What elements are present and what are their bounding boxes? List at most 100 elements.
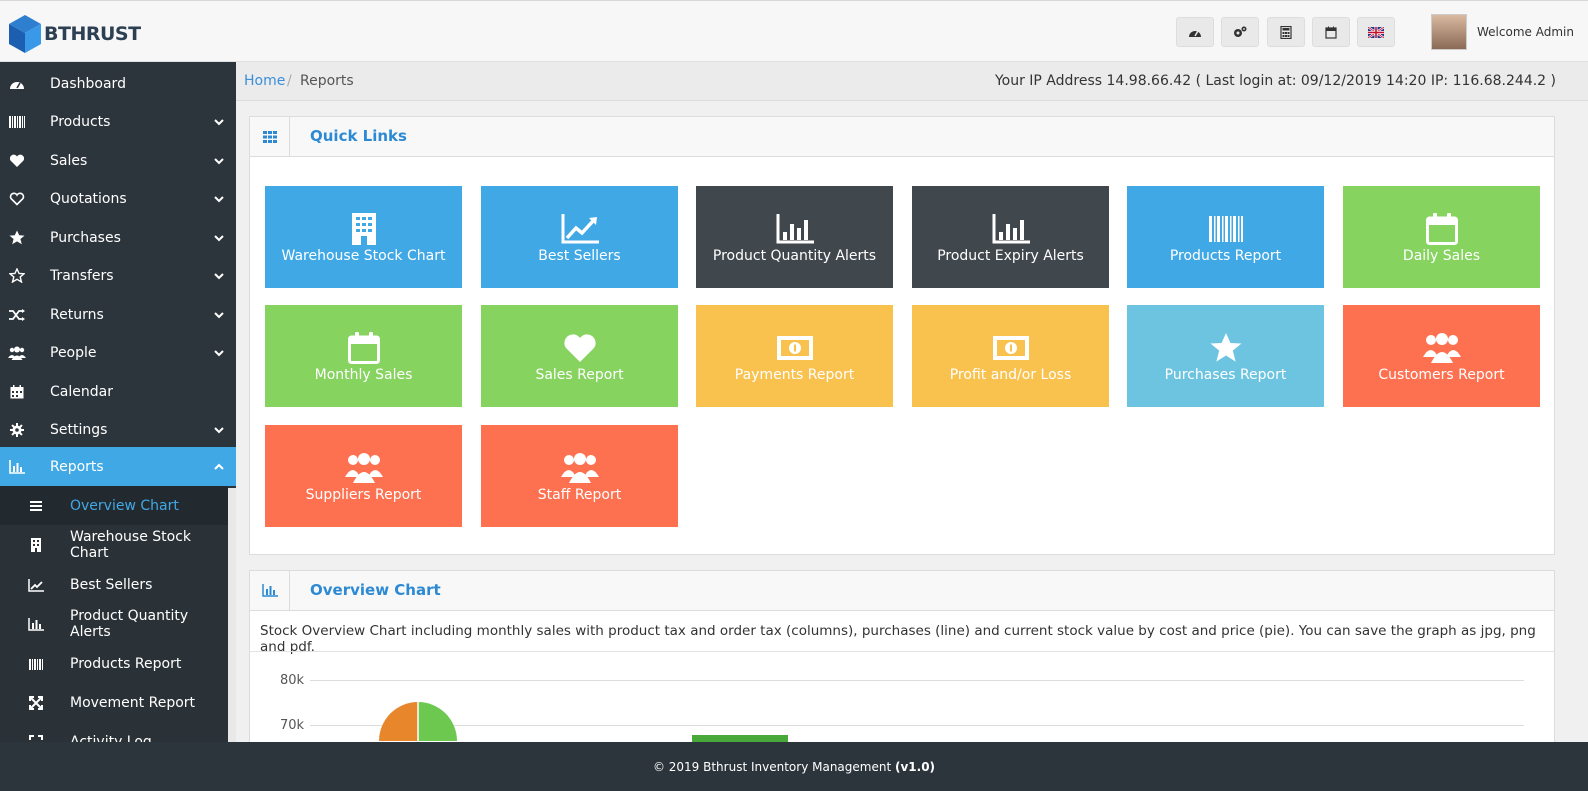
calculator-icon	[1280, 25, 1292, 39]
tile-warehouse-stock-chart[interactable]: Warehouse Stock Chart	[265, 186, 462, 288]
tile-product-quantity-alerts[interactable]: Product Quantity Alerts	[696, 186, 893, 288]
sidebar-item-products[interactable]: Products	[0, 102, 236, 141]
calendar-icon	[8, 383, 26, 401]
language-button[interactable]	[1357, 17, 1395, 47]
line-chart-icon	[481, 212, 678, 246]
cog-icon	[8, 421, 26, 439]
sidebar-item-quotations[interactable]: Quotations	[0, 179, 236, 218]
uk-flag-icon	[1368, 26, 1384, 38]
cube-logo-icon	[9, 15, 41, 53]
tile-customers-report[interactable]: Customers Report	[1343, 305, 1540, 407]
calculator-button[interactable]	[1267, 17, 1305, 47]
overview-chart-header: Overview Chart	[250, 571, 1554, 611]
footer: © 2019 Bthrust Inventory Management (v1.…	[0, 742, 1588, 791]
brand-logo[interactable]: BTHRUST	[8, 14, 141, 54]
random-icon	[8, 306, 26, 324]
sidebar-item-settings[interactable]: Settings	[0, 410, 236, 449]
sidebar-subitem-product-quantity-alerts[interactable]: Product Quantity Alerts	[0, 604, 228, 644]
heart-icon	[8, 152, 26, 170]
pie-slice[interactable]	[379, 702, 418, 741]
quick-links-panel: Quick Links Warehouse Stock Chart Best S…	[249, 116, 1555, 555]
tile-products-report[interactable]: Products Report	[1127, 186, 1324, 288]
chevron-down-icon	[213, 309, 225, 321]
tile-purchases-report[interactable]: Purchases Report	[1127, 305, 1324, 407]
calendar-icon	[1343, 212, 1540, 246]
money-icon	[912, 331, 1109, 365]
bar-chart-icon	[250, 571, 290, 610]
chevron-down-icon	[213, 116, 225, 128]
star-icon	[1127, 331, 1324, 365]
sidebar-item-people[interactable]: People	[0, 333, 236, 372]
breadcrumb-home-link[interactable]: Home	[244, 73, 285, 89]
sidebar-subitem-best-sellers[interactable]: Best Sellers	[0, 565, 228, 605]
overview-chart-title: Overview Chart	[310, 581, 441, 599]
sidebar-subitem-products-report[interactable]: Products Report	[0, 644, 228, 684]
money-icon	[696, 331, 893, 365]
chevron-down-icon	[213, 232, 225, 244]
sidebar-subitem-overview-chart[interactable]: Overview Chart	[0, 486, 228, 526]
y-tick-label: 80k	[280, 673, 305, 688]
brand-name: BTHRUST	[44, 23, 141, 45]
users-icon	[481, 451, 678, 485]
tile-best-sellers[interactable]: Best Sellers	[481, 186, 678, 288]
sidebar-item-sales[interactable]: Sales	[0, 141, 236, 180]
bar-chart-icon	[912, 212, 1109, 246]
calendar-icon	[265, 331, 462, 365]
tile-suppliers-report[interactable]: Suppliers Report	[265, 425, 462, 527]
sidebar-scrollbar[interactable]	[228, 488, 236, 752]
heart-outline-icon	[8, 190, 26, 208]
chevron-down-icon	[213, 155, 225, 167]
welcome-text[interactable]: Welcome Admin	[1477, 25, 1574, 39]
quick-links-title: Quick Links	[310, 127, 407, 145]
sidebar-item-returns[interactable]: Returns	[0, 295, 236, 334]
sidebar-item-calendar[interactable]: Calendar	[0, 372, 236, 411]
chevron-down-icon	[213, 347, 225, 359]
building-icon	[265, 212, 462, 246]
tile-product-expiry-alerts[interactable]: Product Expiry Alerts	[912, 186, 1109, 288]
footer-copyright: © 2019 Bthrust Inventory Management	[652, 759, 892, 774]
tile-payments-report[interactable]: Payments Report	[696, 305, 893, 407]
tile-monthly-sales[interactable]: Monthly Sales	[265, 305, 462, 407]
user-avatar[interactable]	[1431, 14, 1467, 50]
quick-links-header: Quick Links	[250, 117, 1554, 157]
footer-version: (v1.0)	[894, 759, 936, 774]
sidebar-item-purchases[interactable]: Purchases	[0, 218, 236, 257]
users-icon	[265, 451, 462, 485]
sidebar-subitem-warehouse-stock-chart[interactable]: Warehouse Stock Chart	[0, 525, 228, 565]
arrows-icon	[28, 695, 44, 711]
tile-profit-and-or-loss[interactable]: Profit and/or Loss	[912, 305, 1109, 407]
sidebar: Dashboard Products Sales Quotations Purc…	[0, 62, 236, 752]
dashboard-icon	[1189, 30, 1201, 37]
dashboard-icon	[8, 75, 26, 93]
calendar-button[interactable]	[1312, 17, 1350, 47]
building-icon	[28, 537, 44, 553]
chevron-down-icon	[213, 270, 225, 282]
breadcrumb-current: Reports	[300, 73, 354, 89]
barcode-icon	[8, 113, 26, 131]
y-tick-label: 70k	[280, 718, 305, 733]
sidebar-item-reports[interactable]: Reports	[0, 447, 236, 486]
bars-icon	[28, 498, 44, 514]
gridline	[310, 680, 1524, 681]
sidebar-subitem-movement-report[interactable]: Movement Report	[0, 683, 228, 723]
breadcrumb: Home / Reports Your IP Address 14.98.66.…	[236, 62, 1588, 101]
star-icon	[8, 229, 26, 247]
star-outline-icon	[8, 267, 26, 285]
breadcrumb-separator: /	[287, 73, 292, 89]
tile-staff-report[interactable]: Staff Report	[481, 425, 678, 527]
sidebar-item-transfers[interactable]: Transfers	[0, 256, 236, 295]
barcode-icon	[28, 656, 44, 672]
pie-slice[interactable]	[418, 702, 457, 741]
stock-value-pie[interactable]	[378, 701, 458, 743]
chevron-down-icon	[213, 424, 225, 436]
sidebar-item-dashboard[interactable]: Dashboard	[0, 64, 236, 103]
divider	[250, 651, 1554, 652]
barcode-icon	[1127, 212, 1324, 246]
dashboard-button[interactable]	[1176, 17, 1214, 47]
settings-button[interactable]	[1221, 17, 1259, 47]
tile-daily-sales[interactable]: Daily Sales	[1343, 186, 1540, 288]
calendar-icon	[1325, 26, 1337, 39]
tile-sales-report[interactable]: Sales Report	[481, 305, 678, 407]
users-icon	[1343, 331, 1540, 365]
th-icon	[250, 117, 290, 156]
